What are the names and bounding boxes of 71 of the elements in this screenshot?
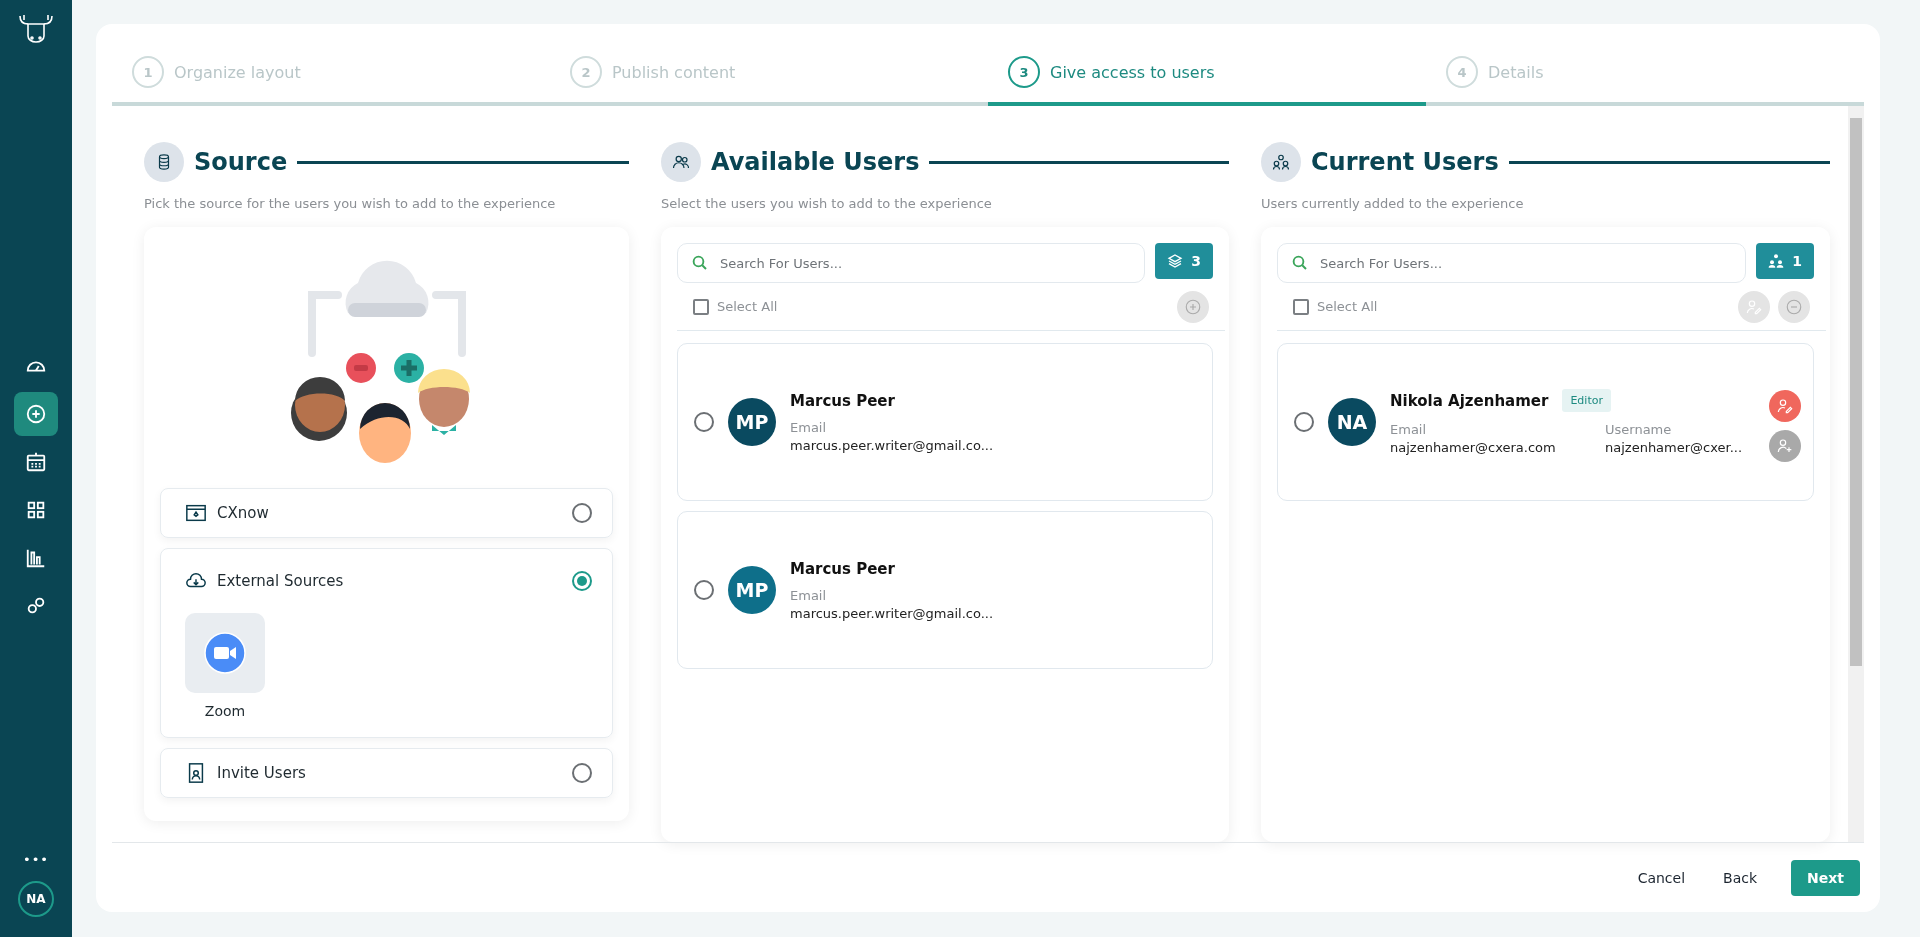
- user-name: Nikola Ajzenhamer: [1390, 391, 1549, 410]
- field-value: najzenhamer@cxer...: [1605, 440, 1744, 455]
- field-label: Username: [1605, 422, 1673, 437]
- search-field[interactable]: Search For Users...: [1277, 243, 1747, 283]
- section-title: Available Users: [711, 148, 920, 176]
- user-radio[interactable]: [694, 580, 714, 600]
- database-icon: [144, 142, 184, 182]
- field-label: Email: [1390, 422, 1428, 437]
- search-icon: [691, 254, 709, 272]
- user-name: Marcus Peer: [790, 559, 895, 578]
- edit-user-button[interactable]: [1769, 390, 1801, 422]
- user-avatar: MP: [728, 566, 776, 614]
- user-count-button[interactable]: 1: [1756, 243, 1814, 279]
- source-option[interactable]: External Sources Zoom: [160, 548, 613, 738]
- user-radio[interactable]: [1294, 412, 1314, 432]
- source-label: Invite Users: [217, 764, 307, 782]
- user-avatar: NA: [1328, 398, 1376, 446]
- field-label: Email: [790, 587, 828, 603]
- user-name: Marcus Peer: [790, 391, 895, 410]
- plus-circle-icon: [25, 403, 47, 425]
- source-option[interactable]: Invite Users: [160, 748, 613, 798]
- browser-window-icon: [185, 502, 207, 524]
- select-all-checkbox[interactable]: [693, 298, 709, 315]
- source-label: CXnow: [217, 504, 270, 522]
- user-avatar[interactable]: NA: [18, 881, 54, 917]
- search-field[interactable]: Search For Users...: [677, 243, 1146, 283]
- section-subtitle: Select the users you wish to add to the experience: [661, 196, 993, 211]
- calendar-icon: [25, 451, 47, 473]
- user-edit-icon: [1746, 298, 1762, 315]
- people-group-icon: [1768, 253, 1785, 269]
- section-title: Source: [194, 148, 288, 176]
- users-icon: [661, 142, 701, 182]
- plus-circle-icon: [1184, 297, 1202, 316]
- role-badge: Editor: [1562, 389, 1611, 412]
- field-value: najzenhamer@cxera.com: [1390, 440, 1557, 455]
- user-card[interactable]: MP Marcus Peer Email marcus.peer.writer@gmail.co...: [677, 511, 1213, 669]
- bar-chart-icon: [25, 547, 47, 569]
- section-subtitle: Users currently added to the experience: [1261, 196, 1525, 211]
- layers-icon: [1167, 253, 1184, 269]
- user-avatar: MP: [728, 398, 776, 446]
- step-tab[interactable]: 3 Give access to users: [988, 56, 1426, 106]
- section-title: Current Users: [1311, 148, 1499, 176]
- user-count-button[interactable]: 3: [1155, 243, 1213, 279]
- select-all-label: Select All: [717, 299, 779, 314]
- field-value: marcus.peer.writer@gmail.co...: [790, 605, 995, 621]
- user-edit-icon: [1777, 398, 1793, 414]
- text-button[interactable]: Cancel: [1621, 859, 1702, 896]
- grid-icon: [25, 499, 47, 521]
- people-group-icon: [1261, 142, 1301, 182]
- sidebar-item[interactable]: [14, 392, 58, 436]
- select-all-checkbox[interactable]: [1293, 298, 1309, 315]
- select-all-label: Select All: [1317, 299, 1379, 314]
- source-radio[interactable]: [572, 571, 592, 591]
- scrollbar[interactable]: [1848, 106, 1864, 842]
- moose-logo-icon: [16, 12, 56, 46]
- source-radio[interactable]: [572, 763, 592, 783]
- user-card[interactable]: MP Marcus Peer Email marcus.peer.writer@gmail.co...: [677, 343, 1213, 501]
- field-label: Email: [790, 419, 828, 435]
- minus-circle-icon: [1785, 297, 1803, 316]
- source-option[interactable]: CXnow: [160, 488, 613, 538]
- user-radio[interactable]: [694, 412, 714, 432]
- section-subtitle: Pick the source for the users you wish to add to the experience: [144, 196, 557, 211]
- field-value: marcus.peer.writer@gmail.co...: [790, 437, 995, 453]
- text-button[interactable]: Back: [1707, 859, 1774, 896]
- more-menu[interactable]: •••: [23, 852, 49, 867]
- user-card[interactable]: NA Nikola Ajzenhamer Editor Email najzenhamer@cxera.com Username najzenhamer@cxer...: [1277, 343, 1814, 501]
- user-add-icon: [1777, 438, 1793, 454]
- video-camera-icon: [204, 632, 246, 674]
- source-radio[interactable]: [572, 503, 592, 523]
- source-label: External Sources: [217, 572, 345, 590]
- search-icon: [1291, 254, 1309, 272]
